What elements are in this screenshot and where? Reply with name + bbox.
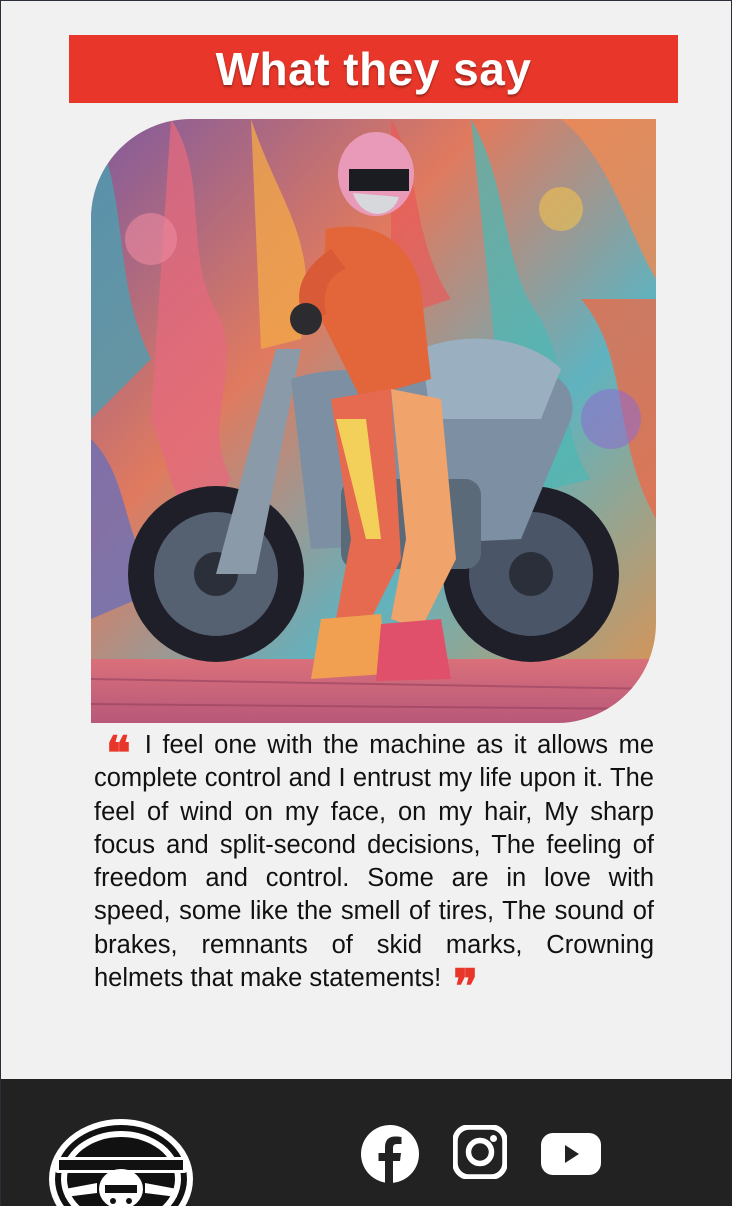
hero-image: [91, 119, 656, 723]
facebook-icon: [361, 1125, 419, 1183]
youtube-link[interactable]: [541, 1133, 601, 1175]
section-banner: What they say: [69, 35, 678, 103]
motorcycle-rider-illustration: [91, 119, 656, 723]
testimonial-text: I feel one with the machine as it allows…: [94, 731, 654, 993]
hellmars-logo[interactable]: [47, 1109, 195, 1206]
section-title: What they say: [215, 43, 532, 95]
youtube-icon: [541, 1133, 601, 1175]
facebook-link[interactable]: [361, 1125, 419, 1183]
instagram-link[interactable]: [453, 1125, 507, 1179]
logo-badge-icon: [49, 1119, 193, 1206]
instagram-icon: [453, 1125, 507, 1179]
testimonial-quote: ❝ I feel one with the machine as it allow…: [94, 728, 654, 1013]
